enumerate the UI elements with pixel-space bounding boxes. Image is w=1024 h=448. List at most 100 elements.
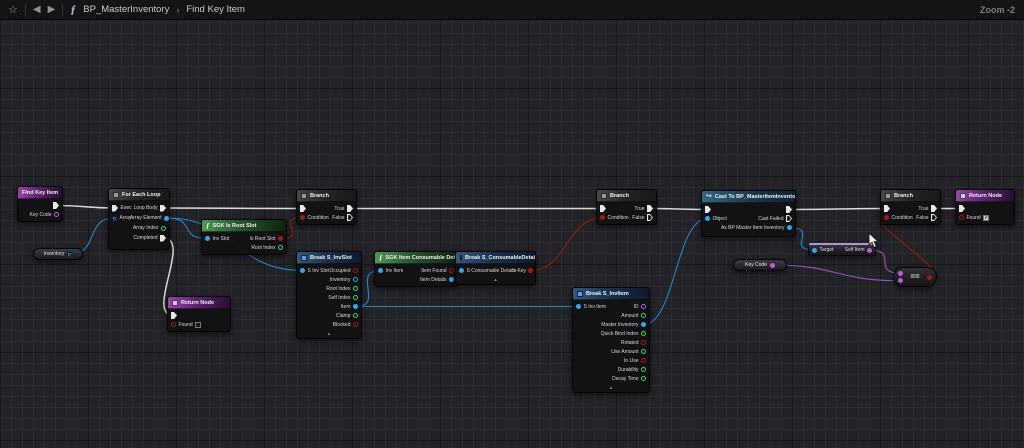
node-break-s-invitem[interactable]: Break S_InvItemS Inv ItemIDAmountMaster … (572, 287, 650, 393)
pin-clamp[interactable] (353, 313, 358, 318)
breadcrumb-root[interactable]: BP_MasterInventory (83, 4, 169, 15)
node-self-item-node[interactable]: TargetSelf Item (808, 243, 876, 256)
pin-exec[interactable] (884, 205, 890, 212)
pin-root-index[interactable] (278, 245, 283, 250)
node-for-each-loop[interactable]: For Each LoopExecLoop BodyArrayArray Ele… (108, 188, 170, 250)
wire-exec[interactable] (163, 208, 303, 209)
pin-true[interactable] (931, 205, 937, 212)
node-inventory-getter[interactable]: Inventory (33, 248, 83, 260)
pin-found[interactable] (171, 322, 176, 327)
collapse-node-button[interactable]: ▴ (456, 277, 535, 284)
collapse-node-button[interactable]: ▴ (573, 385, 649, 392)
collapse-node-button[interactable]: ▴ (297, 331, 361, 338)
pin-exec[interactable] (300, 205, 306, 212)
pin-true[interactable] (647, 205, 653, 212)
node-break-s-consumabledetails[interactable]: Break S_ConsumableDetailsS Consumable De… (455, 251, 536, 285)
pin-exec[interactable] (171, 312, 177, 319)
pin-loop-body[interactable] (160, 205, 166, 212)
pin-as-bp-master-item-inventory[interactable] (787, 225, 792, 230)
pin-s-consumable-details[interactable] (459, 268, 464, 273)
pin-condition[interactable] (600, 215, 605, 220)
node-return-node-lower[interactable]: Return NodeFound (167, 296, 231, 332)
pin-occupied[interactable] (353, 268, 358, 273)
pin-item-details[interactable] (449, 277, 454, 282)
pin-true[interactable] (347, 205, 353, 212)
pin-rotated[interactable] (641, 340, 646, 345)
node-header: ƒSGK Is Root Slot (202, 220, 286, 232)
pin-is-key[interactable] (528, 268, 533, 273)
pin-bool[interactable] (927, 275, 932, 280)
found-checkbox[interactable]: ✓ (983, 215, 989, 221)
wire-exec[interactable] (56, 206, 115, 209)
node-branch-1[interactable]: BranchTrueConditionFalse (296, 189, 357, 225)
node-sgk-is-root-slot[interactable]: ƒSGK Is Root SlotInv SlotIs Root SlotRoo… (201, 219, 287, 255)
struct-icon (301, 255, 307, 261)
node-eq-node[interactable]: == (893, 267, 937, 287)
node-cast-node[interactable]: ↪Cast To BP_MasterItemInventoryObjectCas… (701, 190, 796, 237)
pin-master-inventory[interactable] (641, 322, 646, 327)
blueprint-graph-canvas[interactable]: ☆ ◀ ▶ ƒ BP_MasterInventory › Find Key It… (0, 0, 1024, 448)
pin-name[interactable] (898, 278, 903, 283)
back-button[interactable]: ◀ (33, 0, 41, 20)
pin-exec[interactable] (600, 205, 606, 212)
pin-quick-bind-index[interactable] (641, 331, 646, 336)
pin-durability[interactable] (641, 367, 646, 372)
wire-name[interactable] (772, 265, 900, 281)
pin-array-element[interactable] (164, 216, 169, 221)
pin-false[interactable] (347, 214, 353, 221)
pin-item-found[interactable] (449, 268, 454, 273)
pin-condition[interactable] (884, 215, 889, 220)
pin-false[interactable] (931, 214, 937, 221)
pin-condition[interactable] (300, 215, 305, 220)
pin-self-index[interactable] (353, 295, 358, 300)
pin-inv-item[interactable] (378, 268, 383, 273)
node-branch-3[interactable]: BranchTrueConditionFalse (880, 189, 941, 225)
pin-id[interactable] (641, 304, 646, 309)
breadcrumb-current[interactable]: Find Key Item (186, 4, 245, 15)
pin-name[interactable] (898, 271, 903, 276)
wire-object[interactable] (644, 219, 708, 325)
pin-object[interactable] (67, 252, 72, 257)
node-return-node-top[interactable]: Return NodeFound✓ (955, 189, 1015, 225)
favorite-star-icon[interactable]: ☆ (8, 0, 18, 20)
wire-bool[interactable] (531, 218, 603, 271)
pin-target[interactable] (812, 248, 817, 253)
pin-array[interactable] (112, 216, 117, 221)
toolbar-divider (62, 4, 63, 16)
pin-array-index[interactable] (161, 226, 166, 231)
pin-blocked[interactable] (353, 322, 358, 327)
node-key-code-getter[interactable]: Key Code (733, 259, 787, 271)
pin-found[interactable] (959, 215, 964, 220)
pin-inv-slot[interactable] (205, 236, 210, 241)
pin-amount[interactable] (641, 313, 646, 318)
pin-item[interactable] (353, 304, 358, 309)
pin-completed[interactable] (160, 235, 166, 242)
pin-exec[interactable] (705, 206, 711, 213)
pin-key-code[interactable] (54, 212, 59, 217)
pin-exec[interactable] (959, 205, 965, 212)
wire-exec[interactable] (650, 209, 708, 210)
pin-in-use[interactable] (641, 358, 646, 363)
function-icon: ƒ (206, 222, 210, 230)
pin-decay-time[interactable] (641, 376, 646, 381)
pin-s-inv-slot[interactable] (300, 268, 305, 273)
pin-false[interactable] (647, 214, 653, 221)
pin-name[interactable] (770, 263, 775, 268)
pin-root-index[interactable] (353, 286, 358, 291)
forward-button[interactable]: ▶ (48, 0, 56, 20)
pin-exec[interactable] (53, 202, 59, 209)
pin-use-amount[interactable] (641, 349, 646, 354)
wire-exec[interactable] (789, 209, 887, 210)
pin-exec[interactable] (786, 206, 792, 213)
pin-exec[interactable] (112, 205, 118, 212)
found-checkbox[interactable] (195, 322, 201, 328)
pin-inventory[interactable] (353, 277, 358, 282)
pin-cast-failed[interactable] (786, 215, 792, 222)
node-sgk-item-consumable-details[interactable]: ƒSGK Item Consumable DetailsInv ItemItem… (374, 251, 458, 287)
node-break-s-invslot[interactable]: Break S_InvSlotS Inv SlotOccupiedInvento… (296, 251, 362, 339)
node-find-key-item[interactable]: Find Key ItemKey Code (17, 186, 63, 222)
pin-object[interactable] (705, 216, 710, 221)
pin-s-inv-item[interactable] (576, 304, 581, 309)
pin-is-root-slot[interactable] (278, 236, 283, 241)
node-branch-2[interactable]: BranchTrueConditionFalse (596, 189, 657, 225)
